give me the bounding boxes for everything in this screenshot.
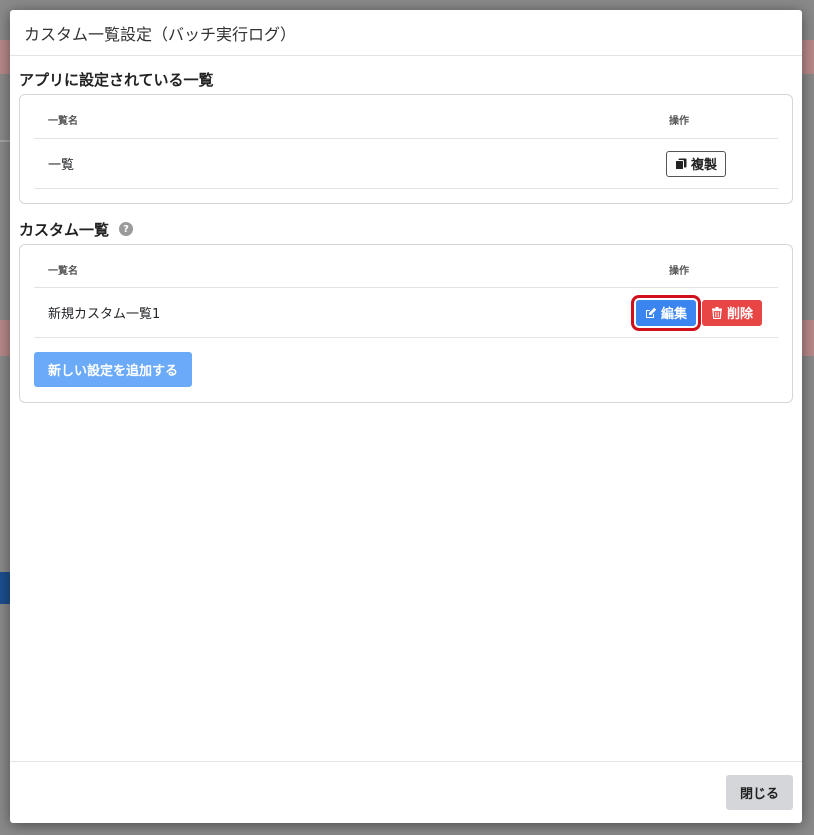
delete-button[interactable]: 削除 (701, 299, 762, 326)
close-button[interactable]: 閉じる (725, 775, 793, 810)
add-new-setting-button[interactable]: 新しい設定を追加する (34, 352, 193, 387)
modal-footer: 閉じる (10, 761, 802, 823)
table-row: 新規カスタム一覧1 編集 削除 (34, 288, 778, 338)
col-header-list-name: 一覧名 (48, 265, 78, 277)
custom-list-card: 一覧名 操作 新規カスタム一覧1 編集 削除 新しい設定を追加する (19, 244, 793, 403)
app-list-section-title: アプリに設定されている一覧 (19, 66, 793, 92)
edit-icon (645, 307, 657, 319)
row-operations: 複製 (665, 150, 764, 177)
list-name-cell: 一覧 (48, 158, 75, 173)
app-list-title-text: アプリに設定されている一覧 (19, 70, 214, 89)
delete-button-label: 削除 (726, 307, 753, 322)
edit-button[interactable]: 編集 (630, 294, 701, 331)
copy-button[interactable]: 複製 (665, 150, 726, 177)
question-circle-icon[interactable]: ? (119, 222, 134, 236)
custom-list-table-header: 一覧名 操作 (34, 245, 778, 288)
modal-title: カスタム一覧設定（バッチ実行ログ） (24, 24, 297, 44)
col-header-list-name: 一覧名 (48, 116, 78, 127)
modal-header: カスタム一覧設定（バッチ実行ログ） (10, 10, 802, 56)
app-list-card: 一覧名 操作 一覧 複製 (19, 94, 793, 204)
custom-list-section-title: カスタム一覧 ? (19, 216, 793, 242)
custom-list-title-text: カスタム一覧 (19, 220, 110, 239)
col-header-operations: 操作 (669, 116, 689, 127)
row-operations: 編集 削除 (630, 294, 764, 331)
copy-button-label: 複製 (690, 158, 717, 173)
col-header-operations: 操作 (669, 265, 689, 277)
trash-icon (711, 306, 723, 319)
modal-body: アプリに設定されている一覧 一覧名 操作 一覧 複製 カスタム一覧 ? 一覧名 … (10, 56, 802, 761)
custom-list-settings-modal: カスタム一覧設定（バッチ実行ログ） アプリに設定されている一覧 一覧名 操作 一… (10, 10, 802, 823)
edit-button-label: 編集 (660, 307, 687, 322)
table-row: 一覧 複製 (34, 139, 778, 189)
copy-icon (674, 158, 687, 170)
list-name-cell: 新規カスタム一覧1 (48, 307, 161, 322)
app-list-table-header: 一覧名 操作 (34, 95, 778, 139)
